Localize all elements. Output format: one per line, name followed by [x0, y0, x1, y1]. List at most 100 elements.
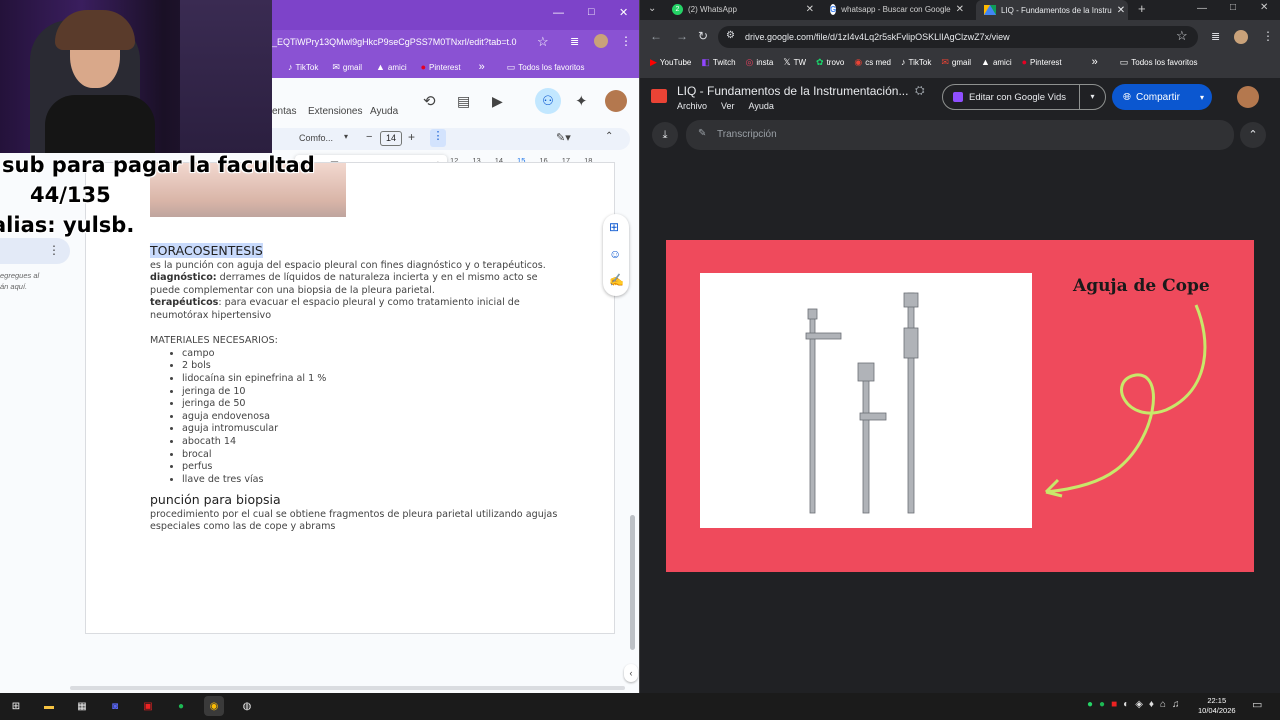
list-item[interactable]: aguja intromuscular: [182, 423, 560, 436]
gemini-icon[interactable]: ✦: [575, 92, 588, 110]
account-avatar[interactable]: [1237, 86, 1259, 108]
url-text[interactable]: _EQTiWPry13QMwl9gHkcP9seCgPSS7M0TNxrl/ed…: [272, 37, 517, 47]
tab-search-icon[interactable]: ⌄: [648, 3, 656, 14]
menu-archivo[interactable]: Archivo: [677, 101, 707, 111]
list-item[interactable]: 2 bols: [182, 360, 560, 373]
chevron-down-icon[interactable]: ▾: [1079, 85, 1105, 109]
site-info-icon[interactable]: ⚙: [726, 30, 735, 41]
profile-avatar[interactable]: [594, 34, 608, 48]
tab-google-search[interactable]: G whatsapp - Buscar con Google ✕: [822, 0, 972, 18]
bookmark-twitch[interactable]: ◧ Twitch: [701, 57, 735, 68]
close-tab-icon[interactable]: ✕: [1117, 5, 1125, 16]
more-options-icon[interactable]: ⋮: [430, 129, 446, 147]
microphone-icon[interactable]: ♦: [1149, 699, 1154, 710]
close-button[interactable]: ✕: [619, 6, 628, 19]
bookmark-pinterest[interactable]: ● Pinterest: [421, 62, 461, 72]
forward-icon[interactable]: →: [676, 29, 688, 43]
menu-dots-icon[interactable]: ⋮: [1262, 29, 1274, 43]
share-button[interactable]: 🌐︎ Compartir ▾: [1112, 84, 1212, 110]
bookmark-tw[interactable]: 𝕏 TW: [783, 57, 806, 68]
url-text[interactable]: drive.google.com/file/d/1zI4v4Lq2r5skFvl…: [745, 32, 1010, 42]
add-comment-icon[interactable]: ⊞: [609, 220, 619, 234]
outline-tab-item[interactable]: ⋮: [0, 238, 70, 264]
tab-menu-icon[interactable]: ⋮: [48, 243, 60, 257]
menu-help[interactable]: Ayuda: [370, 106, 398, 117]
suggest-edit-icon[interactable]: ✍: [609, 273, 624, 287]
edit-mode-icon[interactable]: ✎▾: [556, 131, 571, 144]
back-icon[interactable]: ←: [650, 29, 662, 43]
app-red-icon[interactable]: ▣: [138, 696, 158, 716]
horizontal-scrollbar[interactable]: [70, 686, 625, 690]
list-item[interactable]: jeringa de 10: [182, 386, 560, 399]
bookmark-star-icon[interactable]: ☆: [1176, 28, 1188, 44]
close-tab-icon[interactable]: ✕: [956, 4, 964, 15]
menu-ver[interactable]: Ver: [721, 101, 735, 111]
tab-whatsapp[interactable]: 2 (2) WhatsApp ✕: [664, 0, 822, 18]
new-tab-button[interactable]: +: [1138, 1, 1146, 16]
bookmark-tiktok[interactable]: ♪ TikTok: [901, 57, 931, 67]
volume-icon[interactable]: ♫: [1172, 699, 1180, 710]
list-item[interactable]: campo: [182, 348, 560, 361]
maximize-button[interactable]: □: [1230, 2, 1236, 13]
notifications-icon[interactable]: ▭: [1252, 698, 1262, 711]
obs-icon[interactable]: ◍: [237, 696, 257, 716]
list-item[interactable]: perfus: [182, 461, 560, 474]
chrome-icon[interactable]: ◉: [204, 696, 224, 716]
list-item[interactable]: aguja endovenosa: [182, 411, 560, 424]
menu-ayuda[interactable]: Ayuda: [749, 101, 774, 111]
bookmark-insta[interactable]: ◎ insta: [746, 57, 774, 68]
menu-tools[interactable]: entas: [272, 106, 296, 117]
vertical-scrollbar[interactable]: [630, 515, 635, 650]
font-size-input[interactable]: 14: [380, 131, 402, 146]
discord-icon[interactable]: ◙: [105, 696, 125, 716]
materials-title[interactable]: MATERIALES NECESARIOS:: [150, 335, 560, 348]
comments-icon[interactable]: ▤: [457, 93, 470, 110]
bookmark-youtube[interactable]: ▶ YouTube: [650, 57, 691, 68]
font-family-select[interactable]: Comfo...: [299, 133, 333, 143]
bookmark-gmail[interactable]: ✉ gmail: [332, 62, 362, 73]
download-icon[interactable]: ⤓: [652, 122, 678, 148]
bookmarks-more[interactable]: »: [479, 61, 485, 73]
app-tray-icon[interactable]: ■: [1111, 699, 1117, 710]
bookmark-amici[interactable]: ▲ amici: [376, 62, 407, 72]
shared-icon[interactable]: ⛭: [915, 83, 925, 98]
spotify-icon[interactable]: ●: [171, 696, 191, 716]
url-field[interactable]: ⚙ drive.google.com/file/d/1zI4v4Lq2r5skF…: [718, 26, 1198, 48]
menu-dots-icon[interactable]: ⋮: [620, 34, 632, 48]
doc-intro[interactable]: es la punción con aguja del espacio pleu…: [150, 260, 560, 273]
list-item[interactable]: lidocaína sin epinefrina al 1 %: [182, 373, 560, 386]
list-item[interactable]: brocal: [182, 449, 560, 462]
transcript-bar[interactable]: ✎ Transcripción: [686, 120, 1234, 150]
file-explorer-icon[interactable]: ▬: [39, 696, 59, 716]
history-icon[interactable]: ⟲: [423, 92, 436, 110]
increase-font-icon[interactable]: +: [408, 130, 415, 144]
menu-extensions[interactable]: Extensiones: [308, 106, 362, 117]
network-icon[interactable]: ⌂: [1160, 699, 1166, 710]
chevron-up-icon[interactable]: ⌃: [1240, 122, 1266, 148]
maximize-button[interactable]: □: [588, 6, 595, 18]
doc-therapeutic[interactable]: terapéuticos: para evacuar el espacio pl…: [150, 297, 560, 322]
emoji-icon[interactable]: ☺: [609, 247, 621, 261]
chevron-down-icon[interactable]: ▾: [344, 132, 348, 141]
tray-icon[interactable]: ◐: [1123, 699, 1129, 710]
reload-icon[interactable]: ↻: [698, 29, 708, 43]
bookmark-tiktok[interactable]: ♪ TikTok: [288, 62, 318, 72]
profile-avatar[interactable]: [1234, 30, 1248, 44]
collapse-side-panel-icon[interactable]: ‹: [624, 664, 638, 682]
minimize-button[interactable]: —: [1197, 3, 1207, 14]
list-item[interactable]: llave de tres vías: [182, 474, 560, 487]
doc-diagnostic[interactable]: diagnóstico: derrames de líquidos de nat…: [150, 272, 560, 297]
bookmark-gmail[interactable]: ✉ gmail: [941, 57, 971, 68]
close-button[interactable]: ✕: [1260, 2, 1268, 13]
tray-icon[interactable]: ◈: [1135, 699, 1143, 710]
meet-icon[interactable]: ▶: [492, 93, 503, 110]
doc-heading[interactable]: TORACOSENTESIS: [150, 243, 263, 258]
bookmark-star-icon[interactable]: ☆: [537, 34, 549, 50]
list-item[interactable]: jeringa de 50: [182, 398, 560, 411]
bookmark-pinterest[interactable]: ● Pinterest: [1022, 57, 1062, 67]
collapse-toolbar-icon[interactable]: ⌃: [605, 131, 613, 142]
all-bookmarks[interactable]: ▭ Todos los favoritos: [507, 62, 585, 73]
notepad-icon[interactable]: ▦: [72, 696, 92, 716]
bookmark-csmed[interactable]: ◉ cs med: [854, 57, 891, 68]
tab-drive-active[interactable]: LIQ - Fundamentos de la Instru ✕: [976, 0, 1128, 20]
